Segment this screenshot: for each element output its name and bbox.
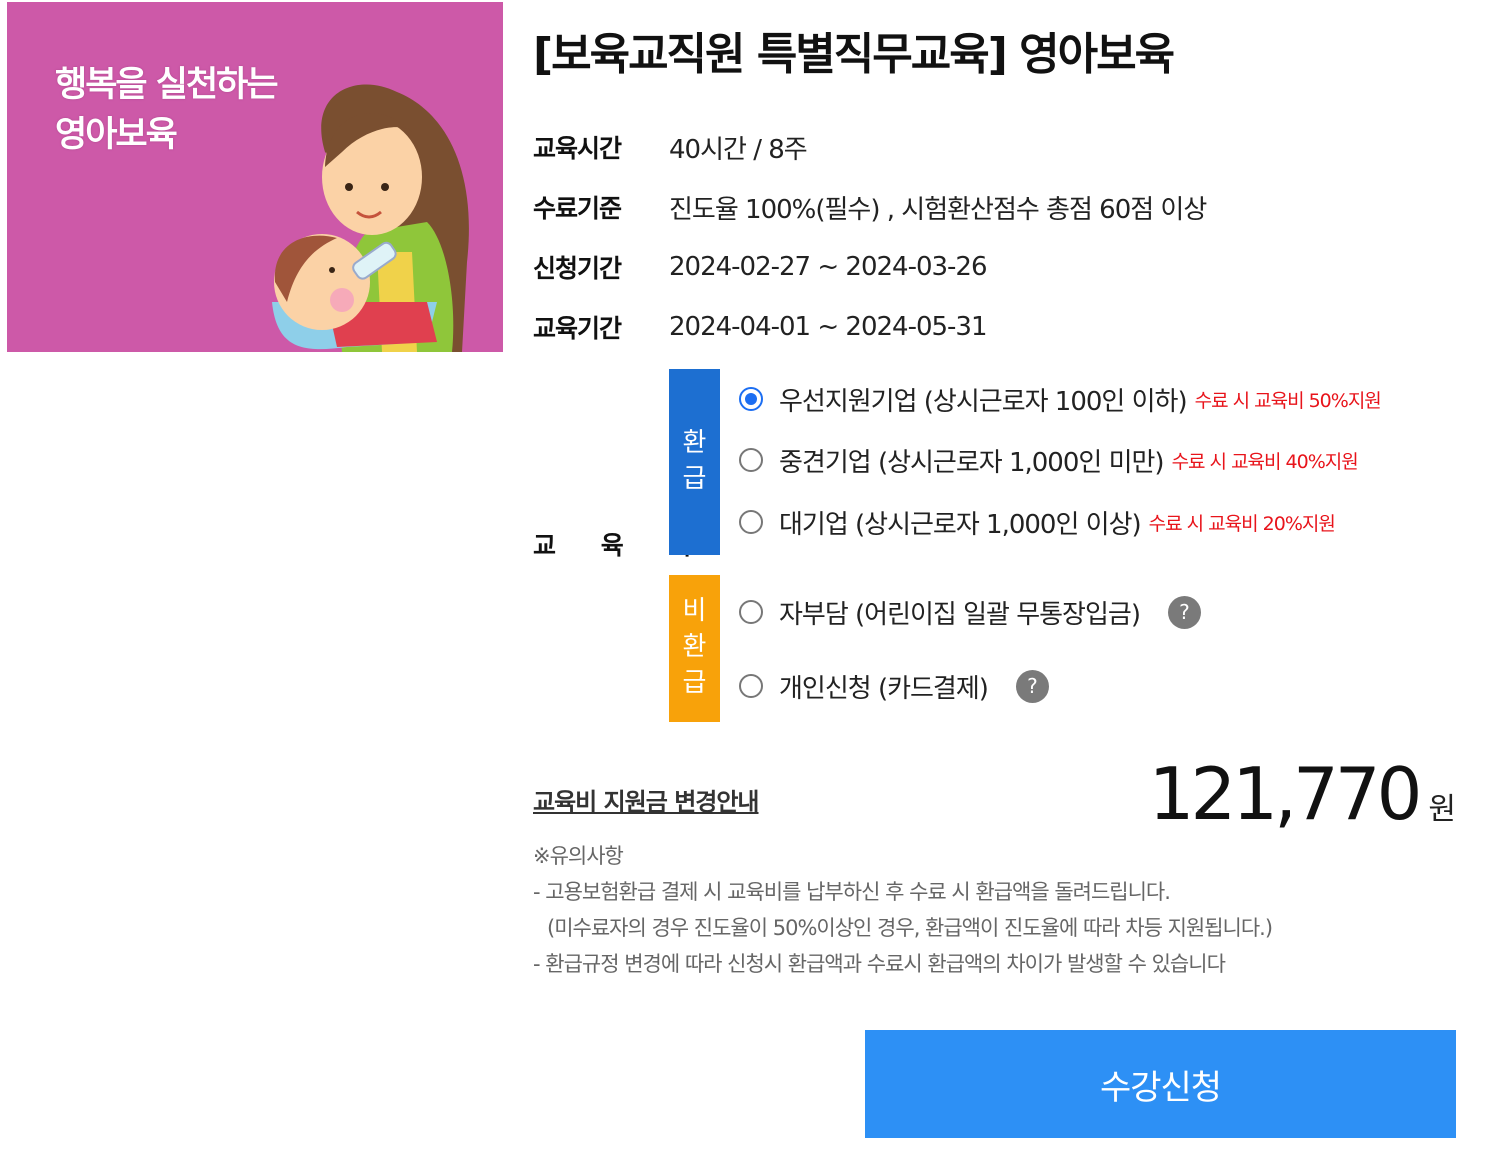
option-midsize-company[interactable]: 중견기업 (상시근로자 1,000인 미만) 수료 시 교육비 40%지원 [739, 440, 1359, 480]
option-self-pay[interactable]: 자부담 (어린이집 일괄 무통장입금) ? [739, 592, 1201, 632]
radio-button[interactable] [739, 448, 763, 472]
option-subsidy-note: 수료 시 교육비 50%지원 [1194, 389, 1382, 412]
nonrefund-tag-char: 급 [682, 668, 707, 698]
info-value: 진도율 100%(필수) , 시험환산점수 총점 60점 이상 [669, 194, 1207, 225]
option-label[interactable]: 개인신청 (카드결제) [779, 668, 989, 705]
option-label[interactable]: 자부담 (어린이집 일괄 무통장입금) [779, 594, 1141, 631]
option-large-company[interactable]: 대기업 (상시근로자 1,000인 이상) 수료 시 교육비 20%지원 [739, 502, 1336, 542]
course-title: [보육교직원 특별직무교육] 영아보육 [533, 29, 1175, 80]
option-label[interactable]: 우선지원기업 (상시근로자 100인 이하) [779, 381, 1188, 418]
refund-tag: 환 급 [669, 369, 720, 555]
nonrefund-tag-char: 비 [682, 596, 707, 626]
info-label: 신청기간 [533, 254, 622, 283]
nonrefund-tag: 비 환 급 [669, 575, 720, 722]
radio-button[interactable] [739, 674, 763, 698]
option-label[interactable]: 중견기업 (상시근로자 1,000인 미만) [779, 442, 1165, 479]
mother-baby-illustration [272, 84, 469, 352]
nonrefund-tag-char: 환 [682, 632, 707, 662]
info-label: 수료기준 [533, 194, 622, 223]
thumbnail-caption-line2: 영아보육 [55, 115, 178, 155]
thumbnail-caption: 행복을 실천하는 영아보육 [55, 60, 279, 160]
apply-course-button[interactable]: 수강신청 [865, 1030, 1456, 1138]
info-row-completion: 수료기준 진도율 100%(필수) , 시험환산점수 총점 60점 이상 [533, 187, 1207, 227]
info-row-edu-period: 교육기간 2024-04-01 ~ 2024-05-31 [533, 307, 988, 347]
price-amount: 121,770 [1148, 752, 1423, 836]
option-priority-company[interactable]: 우선지원기업 (상시근로자 100인 이하) 수료 시 교육비 50%지원 [739, 379, 1382, 419]
info-row-edu-time: 교육시간 40시간 / 8주 [533, 127, 808, 167]
info-value: 2024-04-01 ~ 2024-05-31 [669, 312, 988, 342]
notice-line: - 환급규정 변경에 따라 신청시 환급액과 수료시 환급액의 차이가 발생할 … [533, 952, 1226, 976]
radio-button[interactable] [739, 510, 763, 534]
notice-line: - 고용보험환급 결제 시 교육비를 납부하신 후 수료 시 환급액을 돌려드립… [533, 880, 1171, 904]
option-personal-card[interactable]: 개인신청 (카드결제) ? [739, 666, 1049, 706]
refund-tag-char: 환 [682, 428, 707, 458]
notice-heading: ※유의사항 [533, 844, 624, 868]
refund-tag-char: 급 [682, 464, 707, 494]
notice-section: ※유의사항 - 고용보험환급 결제 시 교육비를 납부하신 후 수료 시 환급액… [533, 838, 1273, 982]
option-subsidy-note: 수료 시 교육비 20%지원 [1148, 512, 1336, 535]
radio-button[interactable] [739, 600, 763, 624]
info-row-apply-period: 신청기간 2024-02-27 ~ 2024-03-26 [533, 247, 988, 287]
course-thumbnail: 행복을 실천하는 영아보육 [7, 2, 503, 352]
help-icon[interactable]: ? [1015, 669, 1049, 703]
info-label: 교육기간 [533, 314, 622, 343]
option-label[interactable]: 대기업 (상시근로자 1,000인 이상) [779, 504, 1142, 541]
info-value: 40시간 / 8주 [669, 134, 808, 165]
info-value: 2024-02-27 ~ 2024-03-26 [669, 252, 988, 282]
subsidy-change-link[interactable]: 교육비 지원금 변경안내 [533, 782, 760, 817]
price-unit: 원 [1428, 792, 1456, 827]
option-subsidy-note: 수료 시 교육비 40%지원 [1171, 450, 1359, 473]
radio-button-selected[interactable] [739, 387, 763, 411]
thumbnail-caption-line1: 행복을 실천하는 [55, 65, 279, 105]
notice-line: (미수료자의 경우 진도율이 50%이상인 경우, 환급액이 진도율에 따라 차… [547, 916, 1273, 940]
info-label: 교육시간 [533, 134, 622, 163]
help-icon[interactable]: ? [1167, 595, 1201, 629]
price-display: 121,770 원 [1149, 752, 1456, 836]
